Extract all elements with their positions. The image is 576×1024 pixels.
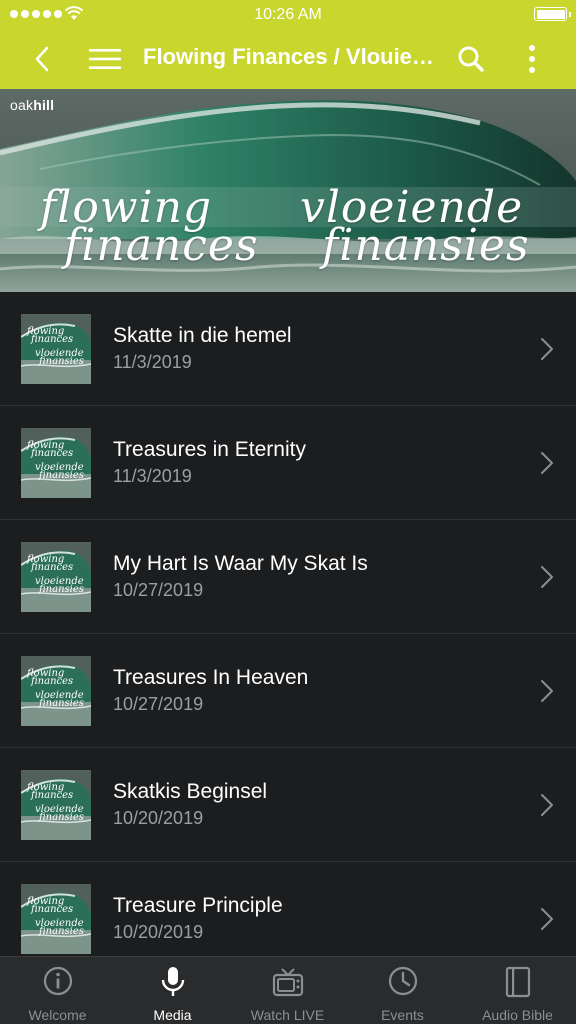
more-vertical-icon (529, 45, 535, 73)
tab-label: Audio Bible (482, 1007, 553, 1023)
thumbnail-script-line: finansies (39, 584, 84, 595)
thumbnail-script: flowing finances (27, 327, 74, 345)
list-item[interactable]: flowing finances vloeiende finansies My Hart… (0, 520, 576, 634)
item-title: Treasures in Eternity (113, 438, 306, 461)
clock-icon (388, 966, 417, 996)
brand-text-bold: hill (33, 97, 55, 113)
banner-script-line: finansies (322, 220, 530, 271)
tab-label: Events (381, 1007, 424, 1023)
list-item[interactable]: flowing finances vloeiende finansies Skatte … (0, 292, 576, 406)
item-title: Skatkis Beginsel (113, 780, 268, 803)
tab-label: Welcome (28, 1007, 87, 1023)
chevron-right-icon (541, 680, 553, 702)
search-icon (458, 46, 484, 72)
thumbnail-script-line: finances (31, 448, 74, 459)
thumbnail-script-line: finansies (39, 470, 84, 481)
thumbnail-script: vloeiende finansies (35, 805, 84, 823)
thumbnail-script: flowing finances (27, 783, 74, 801)
media-list: flowing finances vloeiende finansies Skatte … (0, 292, 576, 956)
banner-script-afrikaans: vloeiende finansies (300, 186, 530, 271)
item-title: Skatte in die hemel (113, 324, 292, 347)
item-date: 11/3/2019 (113, 352, 192, 372)
tab-events[interactable]: Events (345, 957, 460, 1024)
thumbnail-script-line: finances (31, 676, 74, 687)
list-item[interactable]: flowing finances vloeiende finansies Treasur… (0, 862, 576, 956)
item-title: Treasures In Heaven (113, 666, 309, 689)
series-thumbnail: flowing finances vloeiende finansies (21, 314, 91, 384)
top-bar: 10:26 AM Flowing Finances / Vlouiende Fi… (0, 0, 576, 89)
thumbnail-script-line: finansies (39, 356, 84, 367)
item-title: My Hart Is Waar My Skat Is (113, 552, 368, 575)
app-screen: 10:26 AM Flowing Finances / Vlouiende Fi… (0, 0, 576, 1024)
item-date: 11/3/2019 (113, 466, 192, 486)
thumbnail-script-line: finances (31, 790, 74, 801)
chevron-right-icon (541, 566, 553, 588)
tab-media[interactable]: Media (115, 957, 230, 1024)
thumbnail-script: vloeiende finansies (35, 691, 84, 709)
more-options-button[interactable] (512, 39, 552, 79)
tab-label: Watch LIVE (250, 1007, 325, 1023)
thumbnail-script-line: finances (31, 904, 74, 915)
status-bar: 10:26 AM (0, 0, 576, 30)
brand-text-light: oak (10, 97, 34, 113)
series-thumbnail: flowing finances vloeiende finansies (21, 656, 91, 726)
banner-script-english: flowing finances (40, 186, 259, 271)
info-icon (43, 966, 72, 996)
item-date: 10/20/2019 (113, 922, 204, 942)
tab-welcome[interactable]: Welcome (0, 957, 115, 1024)
thumbnail-script: vloeiende finansies (35, 577, 84, 595)
chevron-right-icon (541, 338, 553, 360)
item-title: Treasure Principle (113, 894, 283, 917)
thumbnail-script: flowing finances (27, 669, 74, 687)
series-thumbnail: flowing finances vloeiende finansies (21, 542, 91, 612)
thumbnail-script-line: finances (31, 562, 74, 573)
thumbnail-script: vloeiende finansies (35, 919, 84, 937)
tab-label: Media (153, 1007, 192, 1023)
item-date: 10/20/2019 (113, 808, 204, 828)
banner-script-line: finances (64, 220, 259, 271)
tv-icon (272, 968, 303, 997)
church-logo: oakhill (10, 97, 54, 113)
list-item[interactable]: flowing finances vloeiende finansies Treasur… (0, 634, 576, 748)
thumbnail-script: flowing finances (27, 897, 74, 915)
thumbnail-script: vloeiende finansies (35, 349, 84, 367)
thumbnail-script-line: finansies (39, 812, 84, 823)
tab-bar: Welcome Media Watch LIVE Events Audio Bi… (0, 956, 576, 1024)
item-date: 10/27/2019 (113, 580, 204, 600)
thumbnail-script-line: finances (31, 334, 74, 345)
search-button[interactable] (451, 39, 491, 79)
battery-icon (534, 7, 571, 21)
book-icon (505, 966, 530, 998)
list-item[interactable]: flowing finances vloeiende finansies Treasur… (0, 406, 576, 520)
hamburger-menu-icon (89, 49, 121, 69)
thumbnail-script: flowing finances (27, 555, 74, 573)
microphone-icon (161, 967, 184, 996)
chevron-right-icon (541, 452, 553, 474)
series-thumbnail: flowing finances vloeiende finansies (21, 770, 91, 840)
chevron-right-icon (541, 794, 553, 816)
series-banner: oakhill flowing finances vloeiende finan… (0, 89, 576, 292)
thumbnail-script: flowing finances (27, 441, 74, 459)
thumbnail-script-line: finansies (39, 698, 84, 709)
thumbnail-script-line: finansies (39, 926, 84, 937)
menu-button[interactable] (85, 39, 125, 79)
thumbnail-script: vloeiende finansies (35, 463, 84, 481)
nav-bar: Flowing Finances / Vlouiende Finansies (0, 30, 576, 89)
item-date: 10/27/2019 (113, 694, 204, 714)
status-time: 10:26 AM (254, 6, 322, 23)
list-item[interactable]: flowing finances vloeiende finansies Skatkis… (0, 748, 576, 862)
series-thumbnail: flowing finances vloeiende finansies (21, 428, 91, 498)
page-title: Flowing Finances / Vlouiende Finansies (143, 44, 435, 69)
series-thumbnail: flowing finances vloeiende finansies (21, 884, 91, 954)
chevron-left-icon (35, 46, 49, 72)
tab-watch-live[interactable]: Watch LIVE (230, 957, 345, 1024)
tab-audio-bible[interactable]: Audio Bible (460, 957, 575, 1024)
back-button[interactable] (22, 39, 62, 79)
chevron-right-icon (541, 908, 553, 930)
